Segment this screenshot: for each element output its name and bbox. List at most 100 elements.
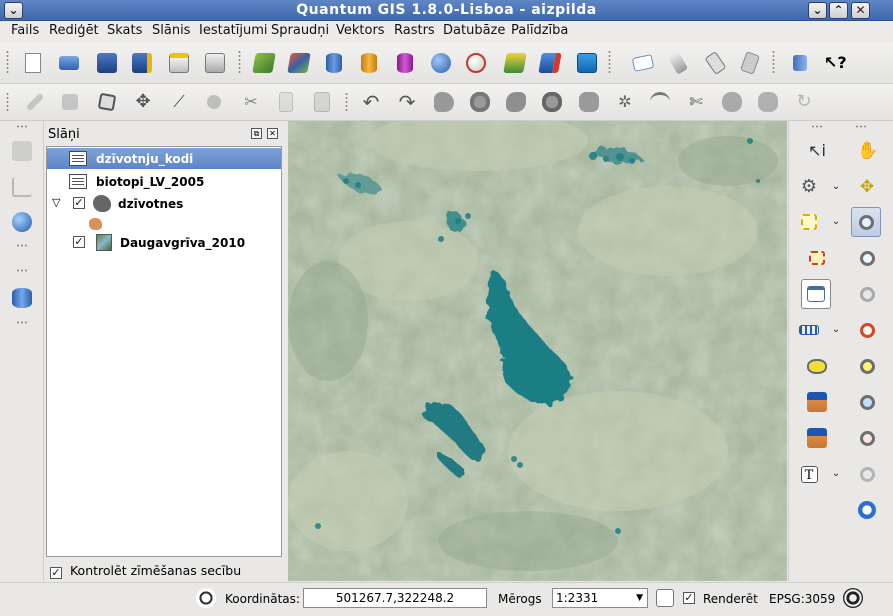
open-project-button[interactable] [56,50,82,76]
reshape-features-button[interactable]: ✲ [612,89,638,115]
remove-layer-button[interactable] [537,50,563,76]
zoom-in-button[interactable] [851,207,881,237]
simplify-feature-button[interactable] [431,89,457,115]
crs-status[interactable]: EPSG:3059 [769,592,835,606]
redo-button[interactable]: ↷ [394,89,420,115]
database-manager-button[interactable] [10,286,34,310]
toolbar-grip[interactable] [772,50,775,75]
zoom-next-button[interactable] [852,459,882,489]
toolbar-grip[interactable] [238,50,241,75]
panel-float-button[interactable]: ⧉ [251,128,262,139]
layer-row-daugavgriva[interactable]: ✓ Daugavgrīva_2010 [47,232,281,253]
zoom-full-button[interactable] [852,315,882,345]
menu-file[interactable]: Fails [11,23,39,38]
minimize-button[interactable]: ⌄ [808,2,827,19]
add-ring-button[interactable] [467,89,493,115]
chevron-down-icon[interactable]: ⌄ [830,468,842,480]
chevron-down-icon[interactable]: ⌄ [830,324,842,336]
toolbar-grip[interactable] [16,321,28,324]
coordinate-toggle-icon[interactable] [196,588,216,608]
layer-visibility-checkbox[interactable]: ✓ [73,197,85,209]
menu-plugins[interactable]: Spraudņi [271,23,329,38]
menu-vector[interactable]: Vektors [336,23,385,38]
zoom-to-layer-button[interactable] [852,387,882,417]
actions-button[interactable]: ⚙ [794,172,824,202]
copy-features-button[interactable] [273,89,299,115]
add-wfs-layer-button[interactable] [463,50,489,76]
scale-combobox[interactable]: 1:2331 ▼ [552,588,648,608]
cut-features-button[interactable]: ✂ [238,89,264,115]
menu-database[interactable]: Datubāze [443,23,505,38]
toolbar-grip[interactable] [855,125,867,128]
toolbar-grip[interactable] [16,244,28,247]
toolbar-grip[interactable] [6,92,9,112]
map-canvas[interactable] [288,121,787,581]
split-features-button[interactable]: ✄ [683,89,709,115]
pan-button[interactable]: ✋ [852,136,882,166]
coordinates-field[interactable]: 501267.7,322248.2 [303,588,487,608]
print-composer-button[interactable] [166,50,192,76]
pin-labels-button[interactable] [665,50,691,76]
whats-this-button[interactable]: ↖? [821,50,847,76]
add-part-button[interactable] [503,89,529,115]
render-order-checkbox[interactable]: ✓ [50,567,62,579]
layer-visibility-checkbox[interactable]: ✓ [73,236,85,248]
menu-settings[interactable]: Iestatījumi [199,23,268,38]
rotate-label-button[interactable] [737,50,763,76]
zoom-actual-size-button[interactable] [852,279,882,309]
close-button[interactable]: ✕ [851,2,870,19]
deselect-button[interactable] [802,243,832,273]
map-tips-button[interactable] [802,351,832,381]
save-as-button[interactable] [129,50,155,76]
toolbar-grip[interactable] [608,50,611,75]
add-spatialite-layer-button[interactable] [356,50,382,76]
chevron-down-icon[interactable]: ⌄ [830,181,842,193]
delete-part-button[interactable] [576,89,602,115]
toolbar-grip[interactable] [16,125,28,128]
new-gpx-layer-button[interactable] [574,50,600,76]
menu-edit[interactable]: Rediģēt [49,23,99,38]
layer-row-dzivotnju-kodi[interactable]: dzīvotnju_kodi [47,148,281,169]
toolbar-grip[interactable] [345,92,348,112]
georeferencer-button[interactable] [10,210,34,234]
layer-tree[interactable]: dzīvotnju_kodi biotopi_LV_2005 ▽ ✓ dzīvo… [46,146,282,557]
raster-calculator-button[interactable] [10,139,34,163]
paste-features-button[interactable] [309,89,335,115]
chevron-down-icon[interactable]: ⌄ [830,216,842,228]
menu-view[interactable]: Skats [107,23,142,38]
offset-curve-button[interactable] [647,89,673,115]
measure-line-button[interactable] [794,315,824,345]
zoom-to-selection-button[interactable] [852,351,882,381]
menu-layer[interactable]: Slānis [152,23,190,38]
zoom-last-button[interactable] [852,423,882,453]
undo-button[interactable]: ↶ [358,89,384,115]
save-project-button[interactable] [94,50,120,76]
layer-row-dzivotnes[interactable]: ▽ ✓ dzīvotnes [47,193,281,214]
render-checkbox[interactable]: ✓ [683,592,695,604]
rotate-symbols-button[interactable]: ↻ [791,89,817,115]
label-tool-button[interactable] [630,50,656,76]
refresh-button[interactable] [852,495,882,525]
text-annotation-button[interactable]: T [794,459,824,489]
move-feature-button[interactable]: ✥ [130,89,156,115]
add-feature-button[interactable] [94,89,120,115]
new-project-button[interactable] [20,50,46,76]
delete-ring-button[interactable] [539,89,565,115]
open-attribute-table-button[interactable] [801,279,831,309]
new-bookmark-button[interactable] [802,387,832,417]
move-label-button[interactable] [702,50,728,76]
maximize-button[interactable]: ⌃ [829,2,848,19]
render-order-control[interactable]: ✓ Kontrolēt zīmēšanas secību [50,563,241,579]
select-features-button[interactable] [794,207,824,237]
add-mssql-layer-button[interactable] [392,50,418,76]
toolbar-grip[interactable] [811,125,823,128]
menu-help[interactable]: Palīdzība [511,23,568,38]
pan-to-selection-button[interactable]: ✥ [852,172,882,202]
panel-close-button[interactable]: ✕ [267,128,278,139]
zoom-out-button[interactable] [852,243,882,273]
new-shapefile-button[interactable] [502,50,528,76]
menu-raster[interactable]: Rastrs [394,23,435,38]
expand-arrow-icon[interactable]: ▽ [52,196,60,209]
stop-render-icon[interactable] [656,589,674,607]
node-tool-button[interactable]: ⟋ [166,89,192,115]
